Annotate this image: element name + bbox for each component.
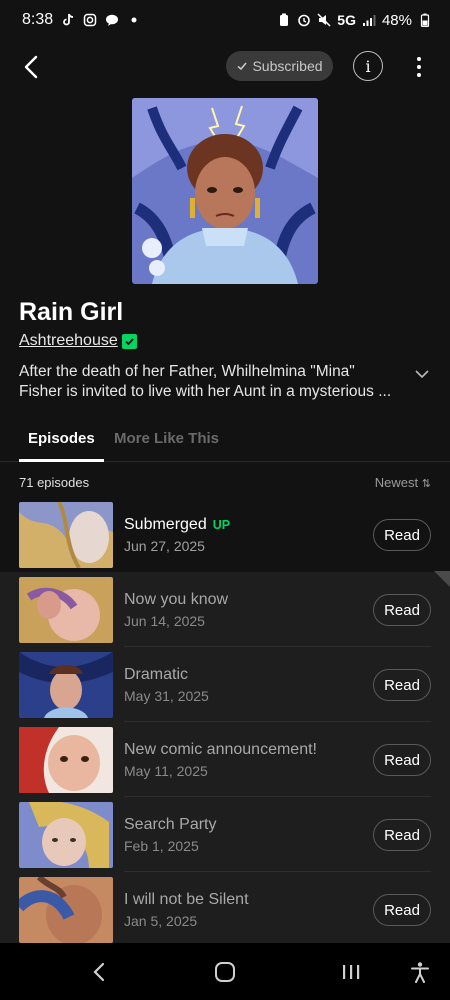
verified-badge-icon [121,333,137,349]
notification-dot-icon [127,13,141,27]
episode-thumbnail [19,877,113,943]
system-back-button[interactable] [86,959,112,985]
instagram-icon [83,13,97,27]
read-button[interactable]: Read [373,594,431,626]
episode-date: Jun 14, 2025 [124,613,205,629]
read-button[interactable]: Read [373,894,431,926]
home-icon [215,962,235,982]
episode-thumbnail [19,577,113,643]
chat-icon [105,13,119,27]
top-nav: Subscribed i [0,44,450,90]
episode-title: I will not be Silent [124,891,249,908]
subscribed-label: Subscribed [252,58,323,74]
episode-title: Search Party [124,816,217,833]
episode-thumbnail [19,652,113,718]
episode-row[interactable]: Dramatic May 31, 2025 Read [0,647,450,722]
read-button[interactable]: Read [373,744,431,776]
system-nav-bar [0,943,450,1000]
alarm-icon [297,13,311,27]
episode-date: May 31, 2025 [124,688,209,704]
back-button[interactable] [14,50,48,84]
episode-thumbnail [19,502,113,568]
sort-icon: ⇅ [421,478,431,490]
read-button[interactable]: Read [373,519,431,551]
subscribed-button[interactable]: Subscribed [226,51,333,81]
episode-row[interactable]: Submerged UP Jun 27, 2025 Read [0,497,450,572]
episode-title: Dramatic [124,666,189,683]
series-cover [132,98,318,284]
info-icon: i [365,56,371,76]
more-options-button[interactable] [408,52,430,82]
check-icon [237,62,248,71]
episode-count: 71 episodes [19,475,90,490]
up-badge: UP [212,518,231,532]
sort-label: Newest [374,475,419,490]
author-row: Ashtreehouse [19,332,137,350]
network-type: 5G [337,12,356,28]
expand-description-button[interactable] [412,364,432,384]
accessibility-icon [411,962,429,983]
back-arrow-icon [93,962,105,982]
recents-button[interactable] [338,959,364,985]
episode-date: May 11, 2025 [124,763,208,779]
episode-row[interactable]: New comic announcement! May 11, 2025 Rea… [0,722,450,797]
episode-list: Submerged UP Jun 27, 2025 Read Now you kn… [0,497,450,947]
signal-icon [362,13,376,27]
battery-percent: 48% [381,11,412,29]
episode-thumbnail [19,727,113,793]
chevron-left-icon [24,55,38,79]
mute-icon [317,13,331,27]
episode-row[interactable]: Search Party Feb 1, 2025 Read [0,797,450,872]
info-button[interactable]: i [353,51,383,81]
episode-title: Now you know [124,591,229,608]
episode-title: Submerged UP [124,516,231,533]
read-button[interactable]: Read [373,669,431,701]
recents-icon [343,965,360,979]
tab-more-like-this[interactable]: More Like This [114,430,219,447]
series-description: After the death of her Father, Whilhelmi… [19,363,392,400]
accessibility-button[interactable] [407,959,433,985]
home-button[interactable] [212,959,238,985]
active-tab-indicator [19,459,104,462]
sort-button[interactable]: Newest ⇅ [375,475,431,490]
battery-icon [418,13,432,27]
author-link[interactable]: Ashtreehouse [19,332,118,350]
episode-row[interactable]: I will not be Silent Jan 5, 2025 Read [0,872,450,947]
tab-bar: Episodes More Like This [0,418,450,462]
episode-thumbnail [19,802,113,868]
status-bar: 8:38 5G 48% [0,0,450,40]
episode-date: Jun 27, 2025 [124,538,205,554]
status-time: 8:38 [22,11,54,28]
series-title: Rain Girl [19,298,124,326]
more-dot-icon [417,57,421,61]
episode-row[interactable]: Now you know Jun 14, 2025 Read [0,571,450,647]
read-button[interactable]: Read [373,819,431,851]
episode-date: Jan 5, 2025 [124,913,198,929]
tab-episodes[interactable]: Episodes [28,430,95,447]
episode-date: Feb 1, 2025 [124,838,199,854]
tiktok-icon [61,13,75,27]
episode-title: New comic announcement! [124,741,317,758]
page-fold-icon [434,571,450,587]
battery-saver-icon [277,13,291,27]
chevron-down-icon [415,370,429,379]
